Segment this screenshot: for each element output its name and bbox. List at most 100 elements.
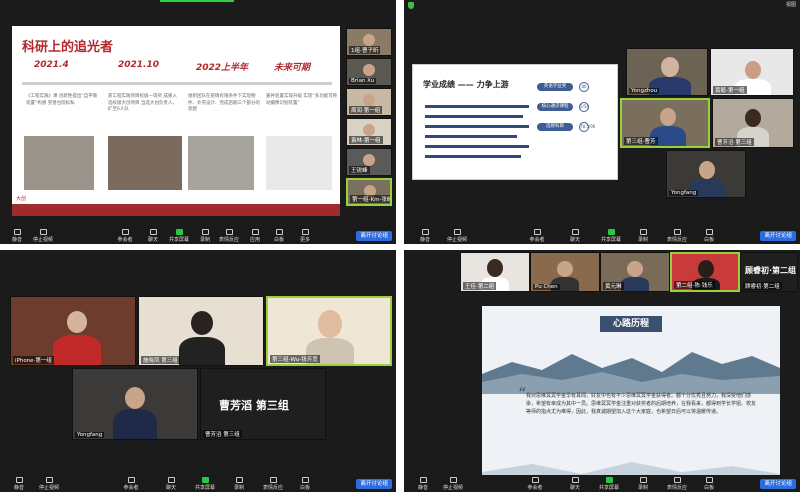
avatar [67, 311, 87, 333]
stop-video-label: 停止视频 [32, 237, 53, 243]
device-photo [188, 136, 254, 190]
avatar [745, 61, 761, 79]
participant-tile[interactable]: 曹芳滔 第三组 曹芳滔 第三组 [200, 368, 326, 440]
participant-tile[interactable]: Brian Xu [346, 58, 392, 86]
record-label: 录制 [199, 237, 210, 243]
avatar [557, 261, 573, 277]
top-bar: 视图 [404, 0, 800, 10]
timeline-label: 2021.10 [118, 60, 159, 70]
participants-label: 参会者 [527, 485, 543, 491]
whiteboard-button[interactable]: 白板 [288, 477, 322, 491]
view-button[interactable]: 视图 [786, 1, 796, 8]
chat-label: 聊天 [569, 485, 580, 491]
avatar [363, 34, 375, 46]
reactions-button[interactable]: 表情反应 [660, 229, 694, 243]
participant-tile[interactable]: Yongzhou [626, 48, 708, 96]
participant-tile[interactable]: 袁林-第一组 [346, 118, 392, 146]
microphone-icon [15, 477, 23, 483]
stop-video-label: 停止视频 [442, 485, 463, 491]
shared-slide: 心路历程 “ 我对思维冥冥学金早有耳闻，好友中也有不少思维冥冥学金获得者。都十分… [482, 306, 780, 484]
avatar [627, 261, 643, 277]
participant-tile[interactable]: 顾睿初·第二组 顾睿初·第二组 [740, 252, 798, 292]
meeting-window-q3: iPhone·第一组 施晓凤 第三组 第三组-Wu-钱芳宽 Yongfang 曹… [0, 250, 396, 492]
chat-icon [167, 477, 175, 483]
participant-tile[interactable]: 黄元琳 [600, 252, 670, 292]
progress-bar [425, 115, 523, 118]
participants-button[interactable]: 参会者 [114, 477, 148, 491]
apps-icon [251, 229, 259, 235]
participant-name: 曹芳滔 第三组 [203, 430, 242, 438]
participant-tile[interactable]: 曹芳滔·第三组 [712, 98, 794, 148]
progress-bar [425, 135, 517, 138]
participant-tile[interactable]: 王锐峰 [346, 148, 392, 176]
participant-name: 黄元琳 [603, 282, 624, 290]
shared-slide: 科研上的追光者 2021.4 2021.10 2022上半年 未来可期 《工程实… [12, 26, 340, 216]
stat-pill: 选修科目 [537, 123, 573, 131]
stop-video-button[interactable]: 停止视频 [440, 229, 474, 243]
stop-video-button[interactable]: 停止视频 [26, 229, 60, 243]
record-button[interactable]: 录制 [626, 229, 660, 243]
more-button[interactable]: 更多 [288, 229, 322, 243]
participant-tile[interactable]: Yongfang [72, 368, 198, 440]
leave-room-button[interactable]: 离开讨论组 [760, 231, 796, 241]
record-button[interactable]: 录制 [626, 477, 660, 491]
mute-button[interactable]: 静音 [406, 477, 440, 491]
mute-button[interactable]: 静音 [2, 477, 36, 491]
participant-tile[interactable]: Yongfang [666, 150, 746, 198]
participant-tile[interactable]: 第三组-曹芳 [620, 98, 710, 148]
share-screen-button[interactable]: 共享屏幕 [188, 477, 222, 491]
team-photo [108, 136, 182, 190]
participant-name: 周润·第一组 [349, 106, 383, 114]
shield-icon [408, 2, 414, 9]
participants-label: 参会者 [529, 237, 545, 243]
timeline-label: 未来可期 [274, 63, 311, 73]
participant-name: 袁林-第一组 [349, 136, 383, 144]
record-button[interactable]: 录制 [222, 477, 256, 491]
participants-button[interactable]: 参会者 [518, 477, 552, 491]
avatar [699, 161, 715, 179]
participants-button[interactable]: 参会者 [520, 229, 554, 243]
quote-mark: “ [518, 384, 527, 403]
microphone-icon [13, 229, 21, 235]
people-icon [533, 229, 541, 235]
participant-tile[interactable]: 第二组-陈·钱乐 [670, 252, 740, 292]
whiteboard-button[interactable]: 白板 [692, 229, 726, 243]
emoji-icon [269, 477, 277, 483]
avatar [698, 260, 714, 278]
participant-name: 第三组-Wu-钱芳宽 [270, 355, 320, 363]
leave-room-button[interactable]: 离开讨论组 [760, 479, 796, 489]
participant-tile[interactable]: 第三组-Wu-钱芳宽 [266, 296, 392, 366]
whiteboard-label: 白板 [703, 485, 714, 491]
participant-tile[interactable]: 第一组-Km-张峻宸 [346, 178, 392, 206]
leave-room-button[interactable]: 离开讨论组 [356, 231, 392, 241]
meeting-window-q1: 科研上的追光者 2021.4 2021.10 2022上半年 未来可期 《工程实… [0, 0, 396, 244]
leave-room-button[interactable]: 离开讨论组 [356, 479, 392, 489]
stop-video-button[interactable]: 停止视频 [32, 477, 66, 491]
chat-button[interactable]: 聊天 [558, 229, 592, 243]
progress-bar [425, 155, 521, 158]
participant-tile[interactable]: 施晓凤 第三组 [138, 296, 264, 366]
participant-tile[interactable]: 王佳·第二组 [460, 252, 530, 292]
participant-tile[interactable]: 周润·第一组 [346, 88, 392, 116]
timeline-desc: 嘉并装置实现升级 实现“多功能可移动摄像识别装置” [266, 94, 338, 106]
chat-button[interactable]: 聊天 [154, 477, 188, 491]
reactions-label: 表情反应 [666, 485, 687, 491]
reactions-button[interactable]: 表情反应 [256, 477, 290, 491]
whiteboard-button[interactable]: 白板 [692, 477, 726, 491]
mute-label: 静音 [11, 237, 22, 243]
whiteboard-icon [275, 229, 283, 235]
share-screen-button[interactable]: 共享屏幕 [594, 229, 628, 243]
stop-video-button[interactable]: 停止视频 [436, 477, 470, 491]
reactions-button[interactable]: 表情反应 [660, 477, 694, 491]
participant-name: 王锐峰 [349, 166, 370, 174]
participant-tile[interactable]: iPhone·第一组 [10, 296, 136, 366]
mute-button[interactable]: 静音 [408, 229, 442, 243]
participant-tile[interactable]: 黄懿-第一组 [710, 48, 794, 96]
participant-name: 第二组-陈·钱乐 [674, 281, 715, 289]
chat-icon [571, 229, 579, 235]
chat-button[interactable]: 聊天 [558, 477, 592, 491]
share-screen-button[interactable]: 共享屏幕 [592, 477, 626, 491]
participant-tile[interactable]: 1组-曹子昕 [346, 28, 392, 56]
participant-tile[interactable]: Pu Chen [530, 252, 600, 292]
progress-bar [425, 105, 529, 108]
